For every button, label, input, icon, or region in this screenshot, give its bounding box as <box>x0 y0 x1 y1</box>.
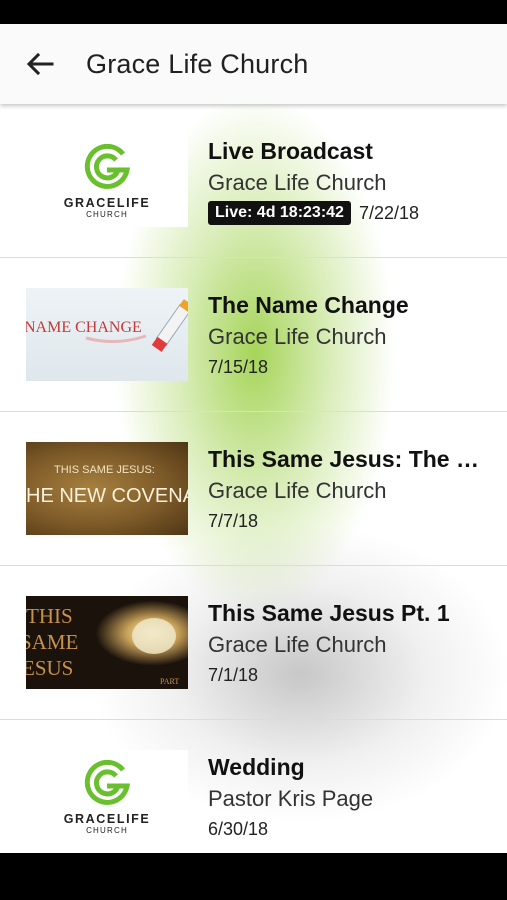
item-title: Wedding <box>208 753 305 780</box>
item-info: Wedding Pastor Kris Page 6/30/18 <box>208 752 487 842</box>
thumb-text-4: PART <box>160 677 179 686</box>
list-item[interactable]: THIS SAME JESUS: HE NEW COVENAN This Sam… <box>0 412 507 566</box>
status-bar <box>0 0 507 24</box>
gracelife-logo-thumbnail: GRACELIFE CHURCH <box>26 134 188 227</box>
item-meta: 7/15/18 <box>208 354 487 380</box>
item-title: Live Broadcast <box>208 137 373 164</box>
logo-name: GRACELIFE <box>63 195 151 210</box>
gracelife-logo-icon <box>84 759 131 805</box>
item-info: The Name Change Grace Life Church 7/15/1… <box>208 290 487 380</box>
thumb-text-2: SAME <box>26 630 78 654</box>
covenant-art: THIS SAME JESUS: HE NEW COVENAN <box>26 464 188 507</box>
thumb-text-2: HE NEW COVENAN <box>26 485 188 507</box>
item-date: 6/30/18 <box>208 818 269 839</box>
list-item[interactable]: THIS SAME ESUS PART This Same Jesus Pt. … <box>0 566 507 720</box>
thumb-text-1: THIS <box>26 604 73 628</box>
covenant-thumbnail: THIS SAME JESUS: HE NEW COVENAN <box>26 442 188 535</box>
gracelife-logo-icon <box>84 143 131 189</box>
item-subtitle: Grace Life Church <box>208 631 387 657</box>
item-meta: Live: 4d 18:23:42 7/22/18 <box>208 200 487 226</box>
item-subtitle: Grace Life Church <box>208 323 387 349</box>
tomb-art: THIS SAME ESUS PART <box>26 596 188 689</box>
item-date: 7/22/18 <box>358 202 420 223</box>
gracelife-logo-thumbnail: GRACELIFE CHURCH <box>26 750 188 843</box>
page-title: Grace Life Church <box>86 48 309 79</box>
list-item[interactable]: NAME CHANGE The Name Change Grace Life C… <box>0 258 507 412</box>
item-info: Live Broadcast Grace Life Church Live: 4… <box>208 136 487 226</box>
item-title: This Same Jesus: The New Covenant <box>208 445 487 472</box>
list-item[interactable]: GRACELIFE CHURCH Live Broadcast Grace Li… <box>0 104 507 258</box>
item-date: 7/7/18 <box>208 510 259 531</box>
item-meta: 6/30/18 <box>208 816 487 842</box>
item-meta: 7/7/18 <box>208 508 487 534</box>
thumb-text-1: THIS SAME JESUS: <box>54 464 155 476</box>
item-subtitle: Pastor Kris Page <box>208 785 374 811</box>
item-meta: 7/1/18 <box>208 662 487 688</box>
tomb-thumbnail: THIS SAME ESUS PART <box>26 596 188 689</box>
item-info: This Same Jesus Pt. 1 Grace Life Church … <box>208 598 487 688</box>
app-bar: Grace Life Church <box>0 24 507 104</box>
item-info: This Same Jesus: The New Covenant Grace … <box>208 444 487 534</box>
item-title: This Same Jesus Pt. 1 <box>208 599 450 626</box>
item-subtitle: Grace Life Church <box>208 169 387 195</box>
thumb-text-3: ESUS <box>26 656 73 680</box>
name-change-art: NAME CHANGE <box>26 299 188 352</box>
live-badge: Live: 4d 18:23:42 <box>208 200 351 225</box>
back-button[interactable] <box>20 44 60 84</box>
list-item[interactable]: GRACELIFE CHURCH Wedding Pastor Kris Pag… <box>0 720 507 853</box>
logo-sub: CHURCH <box>86 825 128 835</box>
arrow-left-icon <box>26 52 54 76</box>
sermon-list-area[interactable]: GRACELIFE CHURCH Live Broadcast Grace Li… <box>0 104 507 853</box>
logo-sub: CHURCH <box>86 209 128 219</box>
item-date: 7/15/18 <box>208 356 269 377</box>
sermon-list: GRACELIFE CHURCH Live Broadcast Grace Li… <box>0 104 507 853</box>
navigation-bar <box>0 853 507 900</box>
thumb-text: NAME CHANGE <box>26 319 142 336</box>
logo-name: GRACELIFE <box>63 811 151 826</box>
name-change-thumbnail: NAME CHANGE <box>26 288 188 381</box>
item-date: 7/1/18 <box>208 664 259 685</box>
item-subtitle: Grace Life Church <box>208 477 387 503</box>
item-title: The Name Change <box>208 291 409 318</box>
